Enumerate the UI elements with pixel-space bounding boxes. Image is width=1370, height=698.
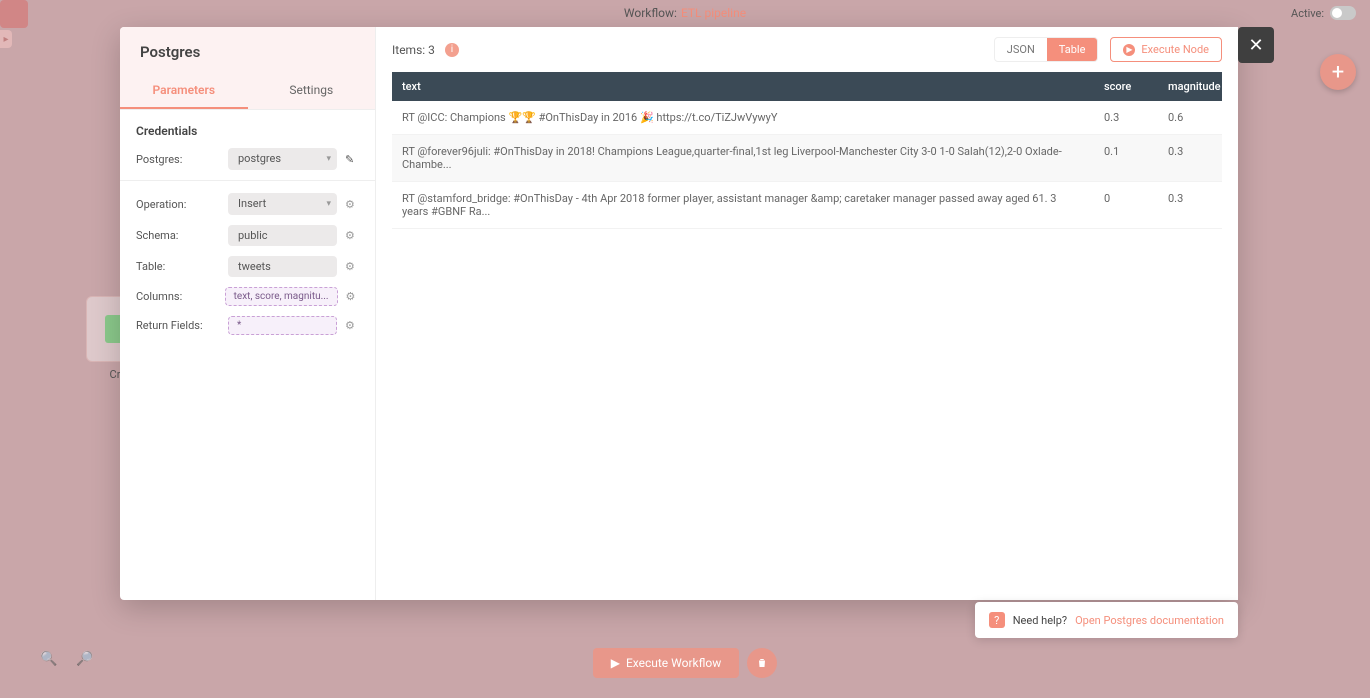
cell-score: 0 xyxy=(1094,182,1158,229)
columns-input[interactable]: text, score, magnitu... xyxy=(225,287,338,306)
cell-text: RT @stamford_bridge: #OnThisDay - 4th Ap… xyxy=(392,182,1094,229)
execute-workflow-button[interactable]: ▶ Execute Workflow xyxy=(593,648,740,678)
modal-main: Items: 3 i JSON Table ▶ Execute Node tex… xyxy=(376,27,1238,600)
sidebar-tabs: Parameters Settings xyxy=(120,73,375,110)
return-fields-input[interactable]: * xyxy=(228,316,337,335)
parameters-panel: Credentials Postgres: postgres▾ ✎ Operat… xyxy=(120,110,375,359)
active-label: Active: xyxy=(1291,7,1324,20)
help-icon: ? xyxy=(989,612,1005,628)
col-header-score[interactable]: score xyxy=(1094,72,1158,101)
gear-icon[interactable]: ⚙ xyxy=(345,319,359,332)
cell-magnitude: 0.3 xyxy=(1158,182,1222,229)
columns-label: Columns: xyxy=(136,290,225,303)
rail-expand-handle[interactable]: ▸ xyxy=(0,30,12,48)
app-logo[interactable] xyxy=(0,0,28,28)
items-count: Items: 3 xyxy=(392,43,435,57)
gear-icon[interactable]: ⚙ xyxy=(345,260,359,273)
table-row[interactable]: RT @forever96juli: #OnThisDay in 2018! C… xyxy=(392,135,1222,182)
table-input[interactable]: tweets xyxy=(228,256,337,277)
credentials-select[interactable]: postgres▾ xyxy=(228,148,337,170)
chevron-down-icon: ▾ xyxy=(326,154,331,164)
divider xyxy=(120,180,375,181)
operation-select[interactable]: Insert▾ xyxy=(228,193,337,215)
cell-score: 0.3 xyxy=(1094,101,1158,135)
cell-text: RT @forever96juli: #OnThisDay in 2018! C… xyxy=(392,135,1094,182)
cell-magnitude: 0.3 xyxy=(1158,135,1222,182)
delete-button[interactable] xyxy=(747,648,777,678)
view-table-button[interactable]: Table xyxy=(1047,38,1098,61)
node-title: Postgres xyxy=(120,27,375,73)
operation-label: Operation: xyxy=(136,198,228,211)
active-toggle[interactable] xyxy=(1330,6,1356,20)
return-fields-label: Return Fields: xyxy=(136,319,228,332)
help-text: Need help? xyxy=(1013,614,1067,627)
col-header-text[interactable]: text xyxy=(392,72,1094,101)
play-icon: ▶ xyxy=(611,656,620,670)
help-link[interactable]: Open Postgres documentation xyxy=(1075,614,1224,627)
left-rail: ▸ xyxy=(0,0,28,698)
table-label: Table: xyxy=(136,260,228,273)
schema-label: Schema: xyxy=(136,229,228,242)
execute-node-button[interactable]: ▶ Execute Node xyxy=(1110,37,1222,62)
gear-icon[interactable]: ⚙ xyxy=(345,229,359,242)
cred-label: Postgres: xyxy=(136,153,228,166)
view-toggle: JSON Table xyxy=(994,37,1099,62)
help-popup: ? Need help? Open Postgres documentation xyxy=(975,602,1238,638)
trash-icon xyxy=(756,657,768,669)
table-row[interactable]: RT @ICC: Champions 🏆🏆 #OnThisDay in 2016… xyxy=(392,101,1222,135)
results-table: text score magnitude RT @ICC: Champions … xyxy=(392,72,1222,229)
cell-score: 0.1 xyxy=(1094,135,1158,182)
tab-settings[interactable]: Settings xyxy=(248,73,376,109)
view-json-button[interactable]: JSON xyxy=(995,38,1047,61)
node-editor-modal: Postgres Parameters Settings Credentials… xyxy=(120,27,1238,600)
gear-icon[interactable]: ⚙ xyxy=(346,290,359,303)
workflow-name-link[interactable]: ETL pipeline xyxy=(681,6,746,20)
cell-magnitude: 0.6 xyxy=(1158,101,1222,135)
table-header-row: text score magnitude xyxy=(392,72,1222,101)
credentials-heading: Credentials xyxy=(136,124,359,138)
close-button[interactable]: ✕ xyxy=(1238,27,1274,63)
add-node-button[interactable]: + xyxy=(1320,54,1356,90)
workflow-label: Workflow: xyxy=(624,6,677,20)
schema-input[interactable]: public xyxy=(228,225,337,246)
chevron-down-icon: ▾ xyxy=(326,199,331,209)
close-icon: ✕ xyxy=(1248,35,1263,56)
tab-parameters[interactable]: Parameters xyxy=(120,73,248,109)
execute-node-label: Execute Node xyxy=(1141,43,1209,56)
info-icon[interactable]: i xyxy=(445,43,459,57)
table-row[interactable]: RT @stamford_bridge: #OnThisDay - 4th Ap… xyxy=(392,182,1222,229)
edit-icon[interactable]: ✎ xyxy=(345,153,359,166)
play-icon: ▶ xyxy=(1123,44,1135,56)
col-header-magnitude[interactable]: magnitude xyxy=(1158,72,1222,101)
gear-icon[interactable]: ⚙ xyxy=(345,198,359,211)
cell-text: RT @ICC: Champions 🏆🏆 #OnThisDay in 2016… xyxy=(392,101,1094,135)
modal-sidebar: Postgres Parameters Settings Credentials… xyxy=(120,27,376,600)
execute-workflow-label: Execute Workflow xyxy=(626,656,721,670)
